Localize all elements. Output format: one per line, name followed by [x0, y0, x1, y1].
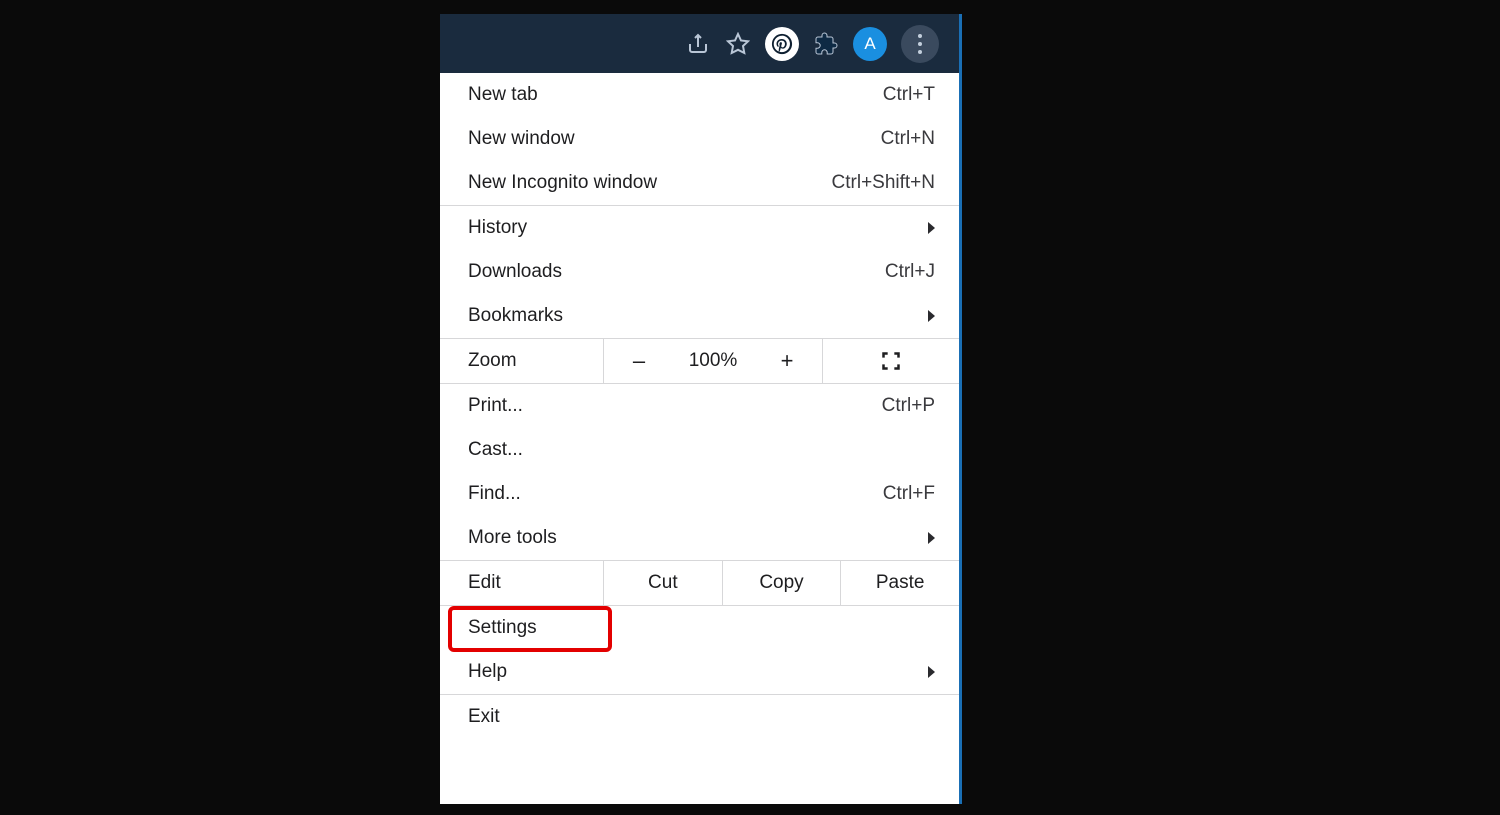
- menu-item-zoom: Zoom – 100% +: [440, 339, 959, 383]
- menu-item-new-window[interactable]: New window Ctrl+N: [440, 117, 959, 161]
- cut-button[interactable]: Cut: [604, 561, 723, 605]
- extensions-icon[interactable]: [813, 31, 839, 57]
- browser-toolbar: A: [440, 14, 959, 73]
- menu-item-print[interactable]: Print... Ctrl+P: [440, 384, 959, 428]
- edit-label: Edit: [440, 561, 604, 605]
- menu-group-new: New tab Ctrl+T New window Ctrl+N New Inc…: [440, 73, 959, 206]
- menu-item-incognito[interactable]: New Incognito window Ctrl+Shift+N: [440, 161, 959, 205]
- menu-item-find[interactable]: Find... Ctrl+F: [440, 472, 959, 516]
- paste-button[interactable]: Paste: [841, 561, 959, 605]
- share-icon[interactable]: [685, 31, 711, 57]
- chevron-right-icon: [928, 666, 935, 678]
- zoom-label: Zoom: [440, 339, 604, 383]
- star-icon[interactable]: [725, 31, 751, 57]
- zoom-value: 100%: [674, 350, 752, 372]
- menu-item-exit[interactable]: Exit: [440, 695, 959, 739]
- menu-group-exit: Exit: [440, 695, 959, 739]
- chrome-menu: New tab Ctrl+T New window Ctrl+N New Inc…: [440, 73, 959, 739]
- menu-item-more-tools[interactable]: More tools: [440, 516, 959, 560]
- menu-item-downloads[interactable]: Downloads Ctrl+J: [440, 250, 959, 294]
- profile-avatar[interactable]: A: [853, 27, 887, 61]
- pinterest-extension-icon[interactable]: [765, 27, 799, 61]
- menu-item-edit: Edit Cut Copy Paste: [440, 561, 959, 605]
- menu-item-history[interactable]: History: [440, 206, 959, 250]
- browser-window: A New tab Ctrl+T New window Ctrl+N New I…: [440, 14, 962, 804]
- fullscreen-button[interactable]: [822, 339, 959, 383]
- chevron-right-icon: [928, 310, 935, 322]
- kebab-menu-button[interactable]: [901, 25, 939, 63]
- profile-letter: A: [864, 34, 875, 54]
- menu-group-history: History Downloads Ctrl+J Bookmarks: [440, 206, 959, 339]
- menu-item-bookmarks[interactable]: Bookmarks: [440, 294, 959, 338]
- menu-item-help[interactable]: Help: [440, 650, 959, 694]
- menu-group-tools: Print... Ctrl+P Cast... Find... Ctrl+F M…: [440, 384, 959, 561]
- menu-group-edit: Edit Cut Copy Paste: [440, 561, 959, 606]
- zoom-out-button[interactable]: –: [604, 339, 674, 383]
- menu-item-settings[interactable]: Settings: [440, 606, 959, 650]
- menu-item-new-tab[interactable]: New tab Ctrl+T: [440, 73, 959, 117]
- menu-group-settings: Settings Help: [440, 606, 959, 695]
- copy-button[interactable]: Copy: [723, 561, 842, 605]
- menu-item-cast[interactable]: Cast...: [440, 428, 959, 472]
- menu-group-zoom: Zoom – 100% +: [440, 339, 959, 384]
- chevron-right-icon: [928, 222, 935, 234]
- zoom-in-button[interactable]: +: [752, 339, 822, 383]
- chevron-right-icon: [928, 532, 935, 544]
